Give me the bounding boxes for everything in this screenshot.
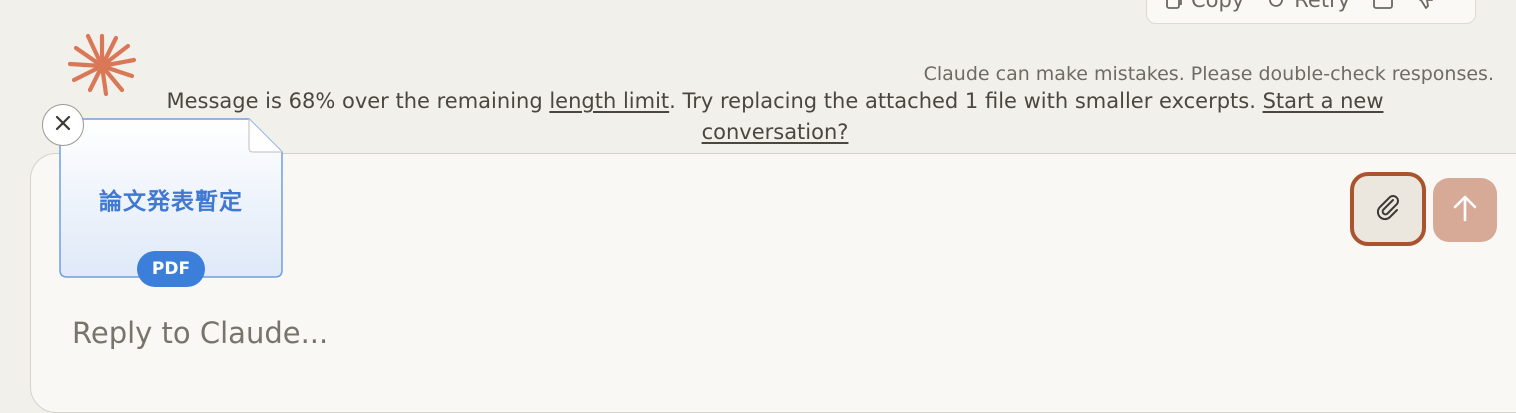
reply-input[interactable] xyxy=(72,308,1272,358)
copy-icon xyxy=(1165,0,1183,10)
copy-button[interactable]: Copy xyxy=(1165,0,1244,11)
pdf-badge: PDF xyxy=(137,251,205,287)
retry-label: Retry xyxy=(1294,0,1350,11)
start-new-conversation-link-cont[interactable]: conversation? xyxy=(702,120,849,144)
share-icon xyxy=(1372,0,1394,10)
claude-logo-icon xyxy=(66,32,138,104)
attachment-title: 論文発表暫定 xyxy=(99,189,243,215)
share-button[interactable] xyxy=(1372,0,1394,10)
attach-file-button[interactable] xyxy=(1350,172,1426,246)
thumbs-down-icon xyxy=(1416,0,1436,10)
warning-middle: . Try replacing the attached 1 file with… xyxy=(669,89,1263,113)
close-icon xyxy=(54,114,72,136)
remove-attachment-button[interactable] xyxy=(42,104,84,146)
attachment-file-card[interactable]: 論文発表暫定 PDF xyxy=(59,118,283,287)
retry-button[interactable]: Retry xyxy=(1266,0,1350,11)
disclaimer-text: Claude can make mistakes. Please double-… xyxy=(923,63,1494,85)
length-limit-link[interactable]: length limit xyxy=(549,89,669,113)
copy-label: Copy xyxy=(1191,0,1244,11)
paperclip-icon xyxy=(1373,192,1403,226)
message-action-bar: Copy Retry xyxy=(1146,0,1476,24)
retry-icon xyxy=(1266,0,1286,10)
length-limit-warning: Message is 68% over the remaining length… xyxy=(138,86,1412,148)
warning-prefix: Message is 68% over the remaining xyxy=(166,89,550,113)
start-new-conversation-link[interactable]: Start a new xyxy=(1263,89,1384,113)
thumbs-down-button[interactable] xyxy=(1416,0,1436,10)
warning-line: Message is 68% over the remaining length… xyxy=(138,86,1412,117)
arrow-up-icon xyxy=(1451,193,1479,227)
send-button[interactable] xyxy=(1433,178,1497,242)
